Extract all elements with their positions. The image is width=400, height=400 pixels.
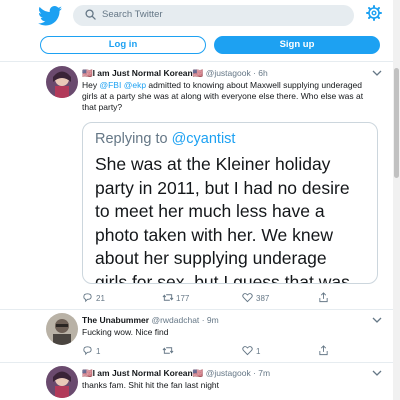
signup-button[interactable]: Sign up [214, 36, 380, 54]
caret-down-icon[interactable] [372, 316, 382, 324]
replying-mention[interactable]: @cyantist [172, 131, 236, 147]
retweet-icon [162, 294, 174, 301]
avatar[interactable] [46, 313, 78, 345]
share-icon [319, 345, 328, 356]
twitter-bird-icon[interactable] [38, 6, 62, 26]
scrollbar-track[interactable] [393, 0, 400, 400]
quoted-text: She was at the Kleiner holiday party in … [95, 153, 371, 284]
tweet-divider [0, 309, 393, 310]
tweet-header: The Unabummer @rwdadchat · 9m [82, 315, 219, 325]
scrollbar-thumb[interactable] [394, 68, 399, 178]
search-icon [85, 9, 96, 20]
top-bar: Search Twitter Log in Sign up [0, 0, 400, 62]
mention-link[interactable]: @FBI [99, 80, 121, 90]
quoted-line: photo taken with her. We knew [95, 224, 334, 245]
reply-icon [83, 293, 92, 303]
tweet-actions: 21 177 387 [82, 292, 378, 306]
handle[interactable]: @justagook [206, 368, 251, 378]
avatar[interactable] [46, 366, 78, 398]
reply-icon [83, 346, 92, 356]
mention-link[interactable]: @ekp [124, 80, 146, 90]
like-icon [242, 346, 253, 356]
caret-down-icon[interactable] [372, 69, 382, 77]
display-name[interactable]: 🇺🇸I am Just Normal Korean🇺🇸 [82, 68, 203, 78]
reply-count: 21 [96, 294, 105, 303]
caret-down-icon[interactable] [372, 369, 382, 377]
quoted-line: She was at the Kleiner holiday [95, 154, 331, 174]
reply-count: 1 [96, 347, 101, 356]
like-icon [242, 293, 253, 303]
tweet-header: 🇺🇸I am Just Normal Korean🇺🇸 @justagook ·… [82, 68, 268, 79]
handle[interactable]: @justagook [206, 68, 251, 78]
replying-to: Replying to @cyantist [95, 131, 235, 147]
tweet-divider [0, 362, 393, 363]
handle[interactable]: @rwdadchat [151, 315, 199, 325]
quoted-tweet[interactable]: Replying to @cyantist She was at the Kle… [82, 122, 378, 284]
tweet-text: thanks fam. Shit hit the fan last night [82, 380, 220, 390]
timestamp[interactable]: · 7m [253, 368, 270, 378]
quoted-line: party in 2011, but I had no desire [95, 177, 350, 198]
tweet-text: Fucking wow. Nice find [82, 327, 169, 337]
replying-prefix: Replying to [95, 131, 172, 147]
tweet-header: 🇺🇸I am Just Normal Korean🇺🇸 @justagook ·… [82, 368, 270, 379]
tweet-actions: 1 1 [82, 345, 378, 359]
quoted-line: about her supplying underage [95, 248, 327, 268]
search-placeholder: Search Twitter [102, 9, 163, 20]
like-count: 387 [256, 294, 270, 303]
retweet-icon [162, 347, 174, 354]
quoted-line: girls for sex, but I guess that was [95, 271, 350, 284]
display-name[interactable]: The Unabummer [82, 315, 149, 325]
like-count: 1 [256, 347, 261, 356]
login-button[interactable]: Log in [40, 36, 206, 54]
avatar-image [46, 313, 78, 345]
avatar-image [46, 366, 78, 398]
display-name[interactable]: 🇺🇸I am Just Normal Korean🇺🇸 [82, 368, 203, 378]
share-icon [319, 292, 328, 303]
search-input[interactable]: Search Twitter [73, 5, 354, 26]
avatar-image [46, 66, 78, 98]
avatar[interactable] [46, 66, 78, 98]
tweet-text-start: Hey [82, 80, 100, 90]
retweet-count: 177 [176, 294, 190, 303]
gear-icon[interactable] [366, 5, 382, 21]
timestamp[interactable]: · 9m [202, 315, 219, 325]
timestamp[interactable]: · 6h [253, 68, 268, 78]
tweet-text: Hey @FBI @ekp admitted to knowing about … [82, 80, 378, 113]
quoted-line: to meet her much less have a [95, 201, 325, 221]
